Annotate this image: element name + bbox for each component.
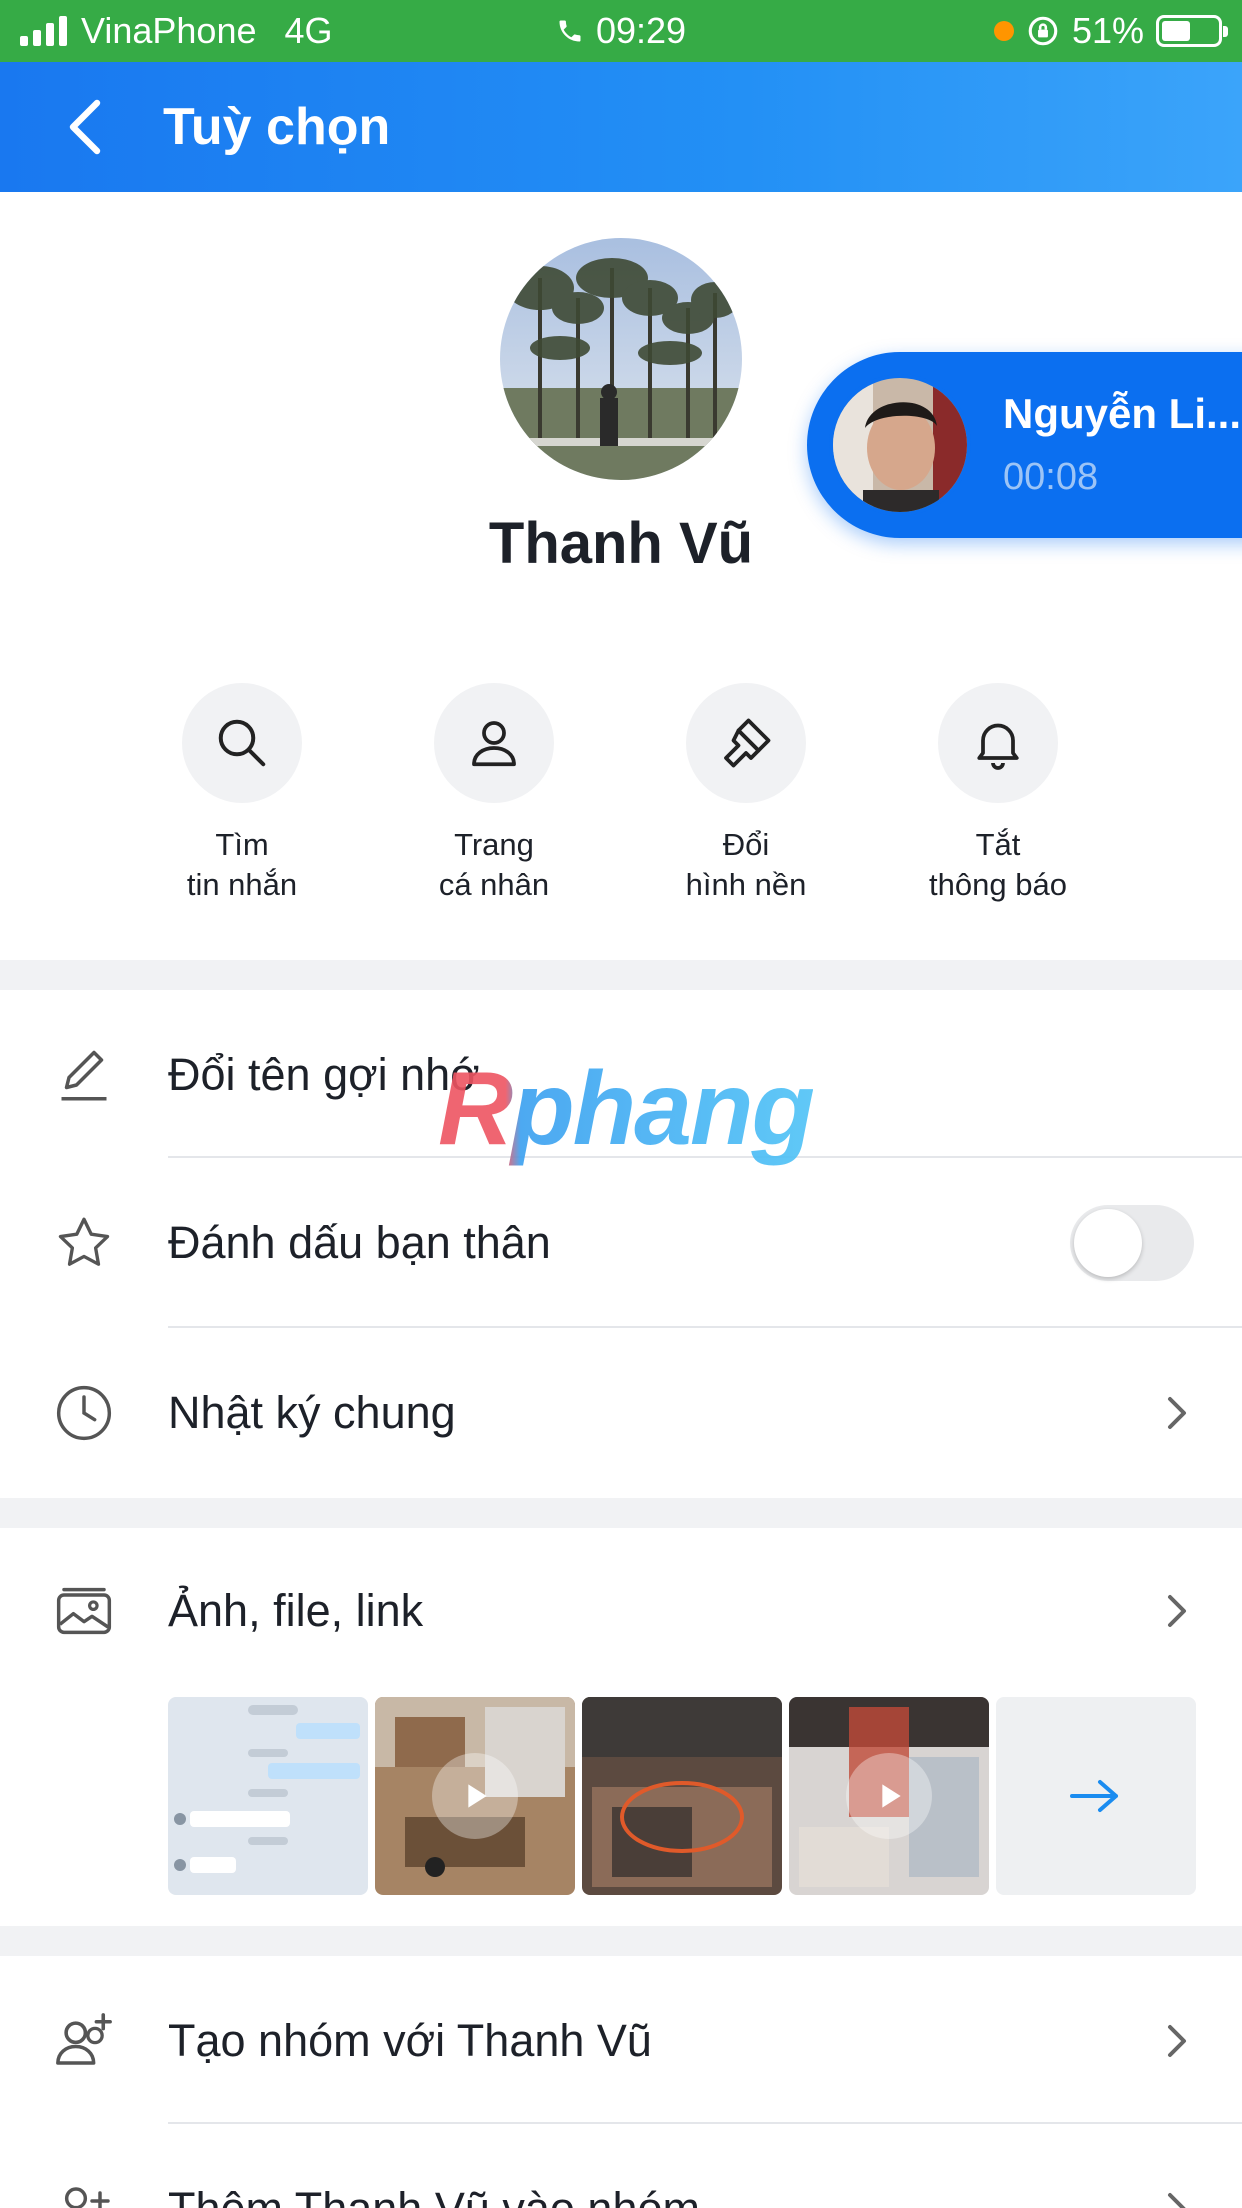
action-label: Trang cá nhân [394, 825, 594, 905]
chevron-right-icon [1168, 1397, 1186, 1429]
chevron-right-icon [1168, 1595, 1186, 1627]
add-to-group-label: Thêm Thanh Vũ vào nhóm [168, 2124, 700, 2208]
action-profile[interactable]: Trang cá nhân [394, 683, 594, 905]
shared-diary-label: Nhật ký chung [168, 1387, 456, 1438]
rename-label: Đổi tên gợi nhớ [168, 1049, 480, 1100]
chevron-right-icon [1168, 2193, 1186, 2208]
mic-in-use-indicator [993, 21, 1014, 41]
toggle-knob [1074, 1209, 1142, 1277]
action-label-line2: cá nhân [438, 867, 550, 902]
action-label: Tắt thông báo [898, 825, 1098, 905]
search-icon [218, 719, 266, 767]
media-thumbnail[interactable] [168, 1697, 368, 1895]
media-thumbnail[interactable] [375, 1697, 575, 1895]
action-label-line1: Trang [454, 827, 534, 862]
profile-avatar[interactable] [500, 238, 742, 480]
chevron-left-icon [69, 99, 101, 155]
add-to-group-row[interactable]: Thêm Thanh Vũ vào nhóm [0, 2124, 1242, 2208]
rotation-lock-icon [1028, 16, 1058, 46]
caller-avatar [829, 374, 971, 516]
avatar-photo [500, 238, 742, 480]
action-label-line2: tin nhắn [186, 867, 298, 902]
play-icon [846, 1753, 932, 1839]
call-duration: 00:08 [1003, 456, 1099, 498]
star-icon [50, 1209, 118, 1277]
action-circle [938, 683, 1058, 803]
watermark-logo: Rphang [438, 1051, 815, 1167]
action-label: Đổi hình nền [646, 825, 846, 905]
user-icon [472, 721, 516, 767]
action-circle [434, 683, 554, 803]
phone-icon [559, 20, 581, 42]
media-row[interactable]: Ảnh, file, link [0, 1528, 1242, 1694]
action-mute-notifications[interactable]: Tắt thông báo [898, 683, 1098, 905]
best-friend-label: Đánh dấu bạn thân [168, 1217, 551, 1268]
best-friend-toggle[interactable] [1070, 1205, 1194, 1281]
caller-name: Nguyễn Li... [1003, 390, 1242, 437]
arrow-right-icon [1070, 1780, 1118, 1812]
quick-actions: Tìm tin nhắn Trang cá nhân Đổi hình nền … [0, 683, 1242, 913]
see-all-media-button[interactable] [996, 1697, 1196, 1895]
back-button[interactable] [50, 92, 120, 162]
section-gap [0, 1926, 1242, 1956]
section-gap [0, 960, 1242, 990]
status-right: 51% [993, 0, 1228, 62]
action-circle [686, 683, 806, 803]
header: Tuỳ chọn [0, 62, 1242, 192]
action-label-line2: thông báo [929, 867, 1067, 902]
media-thumbnail[interactable] [582, 1697, 782, 1895]
battery-fill [1162, 21, 1190, 41]
chevron-right-icon [1168, 2025, 1186, 2057]
clock: 09:29 [595, 10, 687, 51]
network-type: 4G [284, 10, 333, 51]
media-strip [168, 1697, 1198, 1895]
carrier-name: VinaPhone [81, 10, 257, 51]
media-label: Ảnh, file, link [168, 1585, 424, 1636]
paint-brush-icon [724, 718, 771, 768]
bell-icon [977, 723, 1019, 770]
battery-icon [1156, 15, 1228, 47]
action-label-line1: Tìm [215, 827, 269, 862]
create-group-row[interactable]: Tạo nhóm với Thanh Vũ [0, 1956, 1242, 2126]
action-label-line1: Tắt [975, 827, 1021, 862]
add-group-icon [50, 2007, 118, 2075]
status-bar: VinaPhone 4G 09:29 51% [0, 0, 1242, 62]
action-change-wallpaper[interactable]: Đổi hình nền [646, 683, 846, 905]
status-left: VinaPhone 4G [20, 0, 333, 62]
action-label-line2: hình nền [685, 867, 807, 902]
best-friend-row: Đánh dấu bạn thân [0, 1158, 1242, 1328]
action-label: Tìm tin nhắn [142, 825, 342, 905]
pencil-icon [50, 1041, 118, 1109]
battery-percent: 51% [1071, 10, 1144, 51]
media-thumbnail[interactable] [789, 1697, 989, 1895]
image-icon [50, 1577, 118, 1645]
call-bubble[interactable]: Nguyễn Li... 00:08 [807, 352, 1242, 538]
action-circle [182, 683, 302, 803]
action-label-line1: Đổi [722, 827, 770, 862]
play-icon [432, 1753, 518, 1839]
page-title: Tuỳ chọn [163, 98, 391, 156]
clock-icon [50, 1379, 118, 1447]
signal-icon [20, 16, 67, 46]
action-search-messages[interactable]: Tìm tin nhắn [142, 683, 342, 905]
add-user-icon [50, 2175, 118, 2208]
section-gap [0, 1498, 1242, 1528]
shared-diary-row[interactable]: Nhật ký chung [0, 1328, 1242, 1498]
create-group-label: Tạo nhóm với Thanh Vũ [168, 2015, 652, 2066]
